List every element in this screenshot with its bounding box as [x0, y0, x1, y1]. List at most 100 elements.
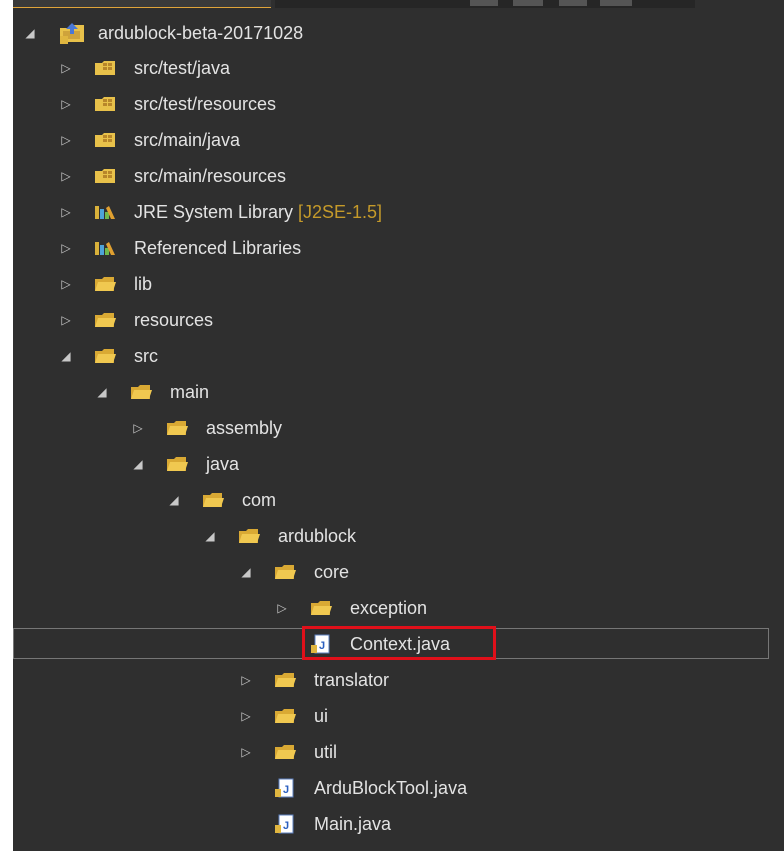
tree-item-label[interactable]: util [314, 734, 337, 770]
collapsed-arrow-icon[interactable]: ▷ [59, 158, 73, 194]
tree-row[interactable]: ◢ src [13, 338, 784, 374]
expanded-arrow-icon[interactable]: ◢ [203, 518, 217, 554]
tree-item-label[interactable]: translator [314, 662, 389, 698]
collapsed-arrow-icon[interactable]: ▷ [275, 590, 289, 626]
tree-row[interactable]: ▷ assembly [13, 410, 784, 446]
toolbar-button[interactable] [470, 0, 498, 6]
package-folder-icon [95, 133, 115, 147]
tree-item-label[interactable]: assembly [206, 410, 282, 446]
tree-item-label[interactable]: src/test/java [134, 50, 230, 86]
tree-item-label[interactable]: resources [134, 302, 213, 338]
tree-item-label[interactable]: src [134, 338, 158, 374]
tree-row[interactable]: ◢ ardublock [13, 518, 784, 554]
tree-row[interactable]: ▷ src/main/resources [13, 158, 784, 194]
collapsed-arrow-icon[interactable]: ▷ [239, 662, 253, 698]
java-file-icon: J [275, 814, 294, 834]
view-toolbar [275, 0, 695, 8]
tree-item-label[interactable]: Main.java [314, 806, 391, 842]
tree-item-label[interactable]: Referenced Libraries [134, 230, 301, 266]
tree-item-label[interactable]: Context.java [350, 626, 450, 662]
tree-item-label[interactable]: ui [314, 698, 328, 734]
folder-icon [167, 421, 188, 435]
folder-icon [275, 745, 296, 759]
tree-item-label[interactable]: exception [350, 590, 427, 626]
collapsed-arrow-icon[interactable]: ▷ [131, 410, 145, 446]
tree-item-label[interactable]: src/test/resources [134, 86, 276, 122]
package-folder-icon [95, 97, 115, 111]
tree-row[interactable]: ▷ JRE System Library [J2SE-1.5] [13, 194, 784, 230]
tree-item-label[interactable]: JRE System Library [134, 194, 293, 230]
tree-item-label[interactable]: core [314, 554, 349, 590]
library-icon [95, 242, 115, 255]
package-folder-icon [95, 61, 115, 75]
tree-row[interactable]: ▷ src/test/resources [13, 86, 784, 122]
project-icon [60, 23, 84, 44]
tree-item-label[interactable]: src/main/resources [134, 158, 286, 194]
library-version-decoration: [J2SE-1.5] [298, 202, 383, 222]
tree-row-project[interactable]: ◢ ardublock-beta-20171028 [13, 16, 784, 50]
tree-row[interactable]: ◢ java [13, 446, 784, 482]
tree-row[interactable]: ▷ src/test/java [13, 50, 784, 86]
collapsed-arrow-icon[interactable]: ▷ [59, 302, 73, 338]
tree-item-label[interactable]: lib [134, 266, 152, 302]
expanded-arrow-icon[interactable]: ◢ [23, 16, 37, 50]
toolbar-button[interactable] [559, 0, 587, 6]
folder-icon [167, 457, 188, 471]
view-tab-bar [13, 0, 784, 8]
folder-icon [311, 601, 332, 615]
tree-item-label[interactable]: ArduBlockTool.java [314, 770, 467, 806]
package-explorer: ◢ ardublock-beta-20171028 ▷ src/test/java… [13, 0, 784, 851]
tree-row[interactable]: ▷ ui [13, 698, 784, 734]
tree-row[interactable]: J Context.java [13, 626, 784, 662]
tree-row[interactable]: ▷ translator [13, 662, 784, 698]
collapsed-arrow-icon[interactable]: ▷ [59, 194, 73, 230]
tree-row[interactable]: ◢ core [13, 554, 784, 590]
folder-icon [275, 709, 296, 723]
expanded-arrow-icon[interactable]: ◢ [59, 338, 73, 374]
folder-icon [95, 349, 116, 363]
project-tree: ◢ ardublock-beta-20171028 ▷ src/test/java… [13, 23, 784, 842]
collapsed-arrow-icon[interactable]: ▷ [59, 122, 73, 158]
tree-rows: ▷ src/test/java ▷ src/test/resources ▷ src/ma… [13, 50, 784, 842]
tree-row[interactable]: ▷ exception [13, 590, 784, 626]
tree-item-label[interactable]: src/main/java [134, 122, 240, 158]
view-tab[interactable] [13, 0, 271, 8]
folder-icon [275, 565, 296, 579]
svg-text:J: J [319, 640, 325, 652]
tree-row[interactable]: ◢ com [13, 482, 784, 518]
tree-row[interactable]: J ArduBlockTool.java [13, 770, 784, 806]
toolbar-button[interactable] [600, 0, 632, 6]
expanded-arrow-icon[interactable]: ◢ [239, 554, 253, 590]
tree-row[interactable]: J Main.java [13, 806, 784, 842]
expanded-arrow-icon[interactable]: ◢ [131, 446, 145, 482]
tree-row[interactable]: ▷ util [13, 734, 784, 770]
tree-row[interactable]: ▷ lib [13, 266, 784, 302]
collapsed-arrow-icon[interactable]: ▷ [59, 266, 73, 302]
library-icon [95, 206, 115, 219]
folder-icon [131, 385, 152, 399]
collapsed-arrow-icon[interactable]: ▷ [59, 50, 73, 86]
tree-row[interactable]: ▷ Referenced Libraries [13, 230, 784, 266]
tree-item-label[interactable]: ardublock [278, 518, 356, 554]
collapsed-arrow-icon[interactable]: ▷ [239, 734, 253, 770]
toolbar-button[interactable] [513, 0, 543, 6]
expanded-arrow-icon[interactable]: ◢ [95, 374, 109, 410]
tree-item-label[interactable]: java [206, 446, 239, 482]
package-folder-icon [95, 169, 115, 183]
java-file-icon: J [275, 778, 294, 798]
collapsed-arrow-icon[interactable]: ▷ [59, 86, 73, 122]
collapsed-arrow-icon[interactable]: ▷ [239, 698, 253, 734]
tree-row[interactable]: ▷ resources [13, 302, 784, 338]
tree-item-label[interactable]: main [170, 374, 209, 410]
svg-text:J: J [283, 784, 289, 796]
tree-item-label[interactable]: com [242, 482, 276, 518]
folder-icon [95, 277, 116, 291]
expanded-arrow-icon[interactable]: ◢ [167, 482, 181, 518]
tree-row[interactable]: ▷ src/main/java [13, 122, 784, 158]
folder-icon [275, 673, 296, 687]
folder-icon [95, 313, 116, 327]
project-name[interactable]: ardublock-beta-20171028 [98, 16, 303, 50]
java-file-icon: J [311, 634, 330, 654]
collapsed-arrow-icon[interactable]: ▷ [59, 230, 73, 266]
tree-row[interactable]: ◢ main [13, 374, 784, 410]
